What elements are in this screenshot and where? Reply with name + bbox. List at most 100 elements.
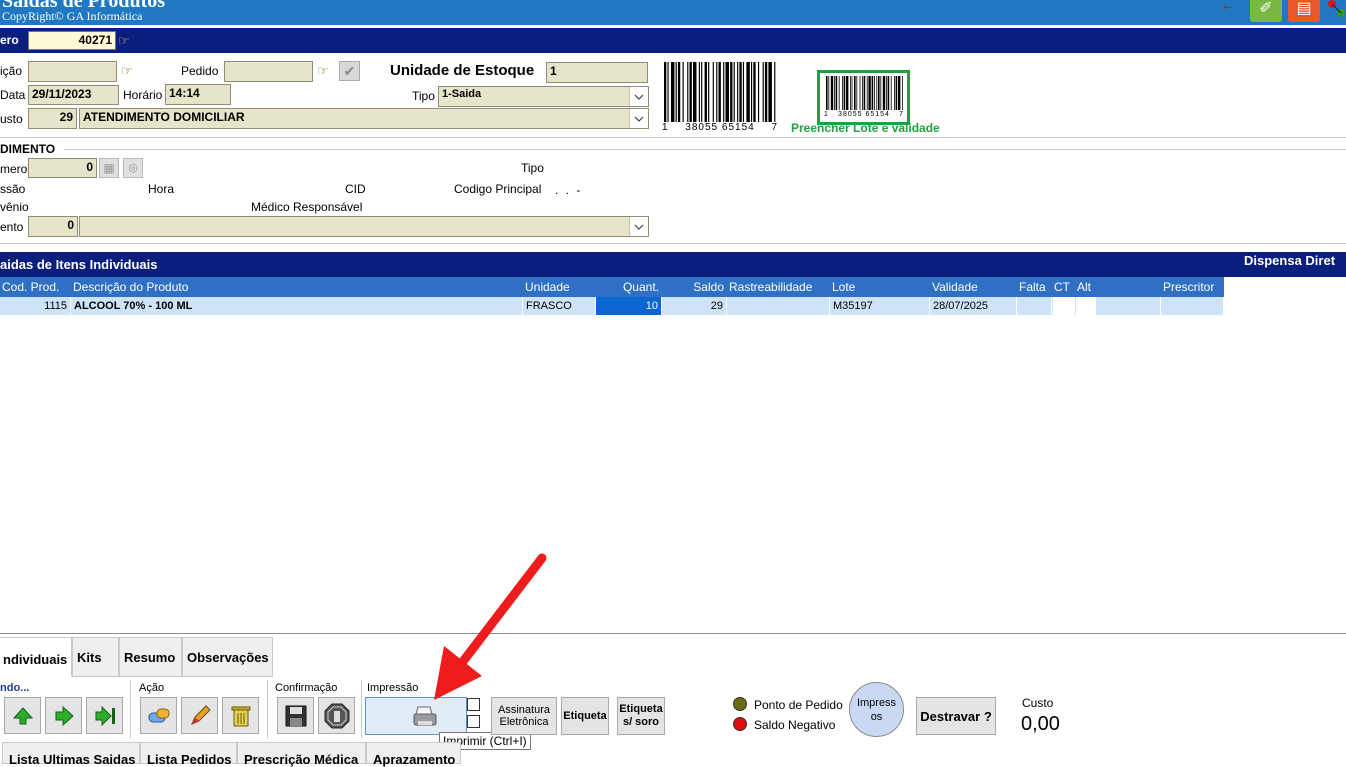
chevron-down-icon[interactable]: [629, 109, 648, 128]
binoculars-icon[interactable]: ◎: [123, 158, 143, 178]
custo-code-field[interactable]: 29: [28, 108, 77, 129]
barcode-prefix: 1: [662, 122, 669, 133]
atend-numero-field[interactable]: 0: [28, 158, 97, 178]
paciente-select[interactable]: [79, 216, 649, 237]
items-title: aidas de Itens Individuais: [0, 257, 158, 272]
tipo-value: 1-Saida: [442, 88, 482, 100]
tab-lista-ultimas-saidas[interactable]: Lista Ultimas Saidas: [2, 742, 140, 767]
tipo-select[interactable]: 1-Saida: [438, 86, 649, 107]
saldo-negativo-indicator: [733, 717, 747, 731]
chevron-down-icon[interactable]: [629, 87, 648, 106]
copyright-text: CopyRight© GA Informática: [2, 9, 143, 23]
atend-numero-label: mero: [0, 162, 28, 176]
col-saldo[interactable]: Saldo: [662, 277, 727, 297]
cell-prescritor[interactable]: [1161, 297, 1224, 315]
medico-label: Médico Responsável: [251, 200, 363, 214]
tab-lista-pedidos[interactable]: Lista Pedidos: [140, 742, 237, 767]
data-field[interactable]: 29/11/2023: [28, 85, 119, 105]
barcode-small-number: 38055 65154: [838, 111, 890, 118]
col-unidade[interactable]: Unidade: [523, 277, 596, 297]
pedido-label: Pedido: [181, 64, 219, 78]
divider: [130, 680, 131, 738]
requisicao-search-icon[interactable]: ☞: [121, 63, 133, 79]
cell-saldo[interactable]: 29: [662, 297, 727, 315]
divider: [64, 149, 1346, 150]
tab-prescricao-medica[interactable]: Prescrição Médica: [237, 742, 366, 767]
ponto-pedido-label: Ponto de Pedido: [754, 698, 843, 712]
navegando-label: ndo...: [0, 682, 30, 694]
horario-field[interactable]: 14:14: [165, 84, 231, 105]
requisicao-field[interactable]: [28, 61, 117, 82]
custo-total-label: Custo: [1022, 696, 1054, 710]
numero-field[interactable]: 40271: [28, 31, 116, 50]
col-descricao[interactable]: Descrição do Produto: [71, 277, 523, 297]
tab-aprazamento[interactable]: Aprazamento: [366, 742, 461, 767]
pedido-search-icon[interactable]: ☞: [317, 63, 329, 79]
atendimento-title: DIMENTO: [0, 142, 56, 156]
back-arrow-icon[interactable]: ←: [1220, 0, 1236, 14]
preencher-lote-label[interactable]: Preencher Lote e validade: [791, 121, 940, 135]
cell-falta[interactable]: [1017, 297, 1052, 315]
etiqueta-button[interactable]: Etiqueta: [561, 697, 609, 735]
col-validade[interactable]: Validade: [930, 277, 1017, 297]
pedido-field[interactable]: [224, 61, 313, 82]
col-prescritor[interactable]: Prescritor: [1161, 277, 1224, 297]
ponto-pedido-indicator: [733, 697, 747, 711]
title-bar: [0, 0, 1346, 25]
cancel-button[interactable]: [318, 697, 355, 734]
col-rastreabilidade[interactable]: Rastreabilidade: [727, 277, 830, 297]
cell-unidade[interactable]: FRASCO: [523, 297, 596, 315]
table-row[interactable]: 1115 ALCOOL 70% - 100 ML FRASCO 10 29 M3…: [0, 297, 1224, 315]
calculator-icon[interactable]: ▦: [99, 158, 119, 178]
cart-icon[interactable]: ▤: [1288, 0, 1320, 22]
destravar-button[interactable]: Destravar ?: [916, 697, 996, 735]
cell-rastreabilidade[interactable]: [727, 297, 830, 315]
cell-descricao[interactable]: ALCOOL 70% - 100 ML: [71, 297, 523, 315]
divider: [0, 633, 1346, 634]
clipboard-icon[interactable]: ✐: [1250, 0, 1282, 22]
numero-label: ero: [0, 33, 19, 47]
col-lote[interactable]: Lote: [830, 277, 930, 297]
dispensa-direta-label: Dispensa Diret: [1244, 253, 1336, 268]
save-button[interactable]: [277, 697, 314, 734]
col-blank[interactable]: [1096, 277, 1161, 297]
edit-item-button[interactable]: [181, 697, 218, 734]
col-alt[interactable]: Alt: [1075, 277, 1096, 297]
col-ct[interactable]: CT: [1052, 277, 1075, 297]
divider: [267, 680, 268, 738]
cell-cod[interactable]: 1115: [0, 297, 71, 315]
nav-prev-button[interactable]: [45, 697, 82, 734]
tab-resumo[interactable]: Resumo: [119, 637, 182, 677]
cell-alt[interactable]: [1075, 297, 1096, 315]
cell-ct[interactable]: [1052, 297, 1075, 315]
tipo-label: Tipo: [412, 89, 435, 103]
nav-next-button[interactable]: [86, 697, 123, 734]
add-item-button[interactable]: [140, 697, 177, 734]
cell-quant[interactable]: 10: [596, 297, 662, 315]
convenio-label: vênio: [0, 200, 29, 214]
tab-kits[interactable]: Kits: [72, 637, 119, 677]
col-falta[interactable]: Falta: [1017, 277, 1052, 297]
chevron-down-icon[interactable]: [629, 217, 648, 236]
custo-select[interactable]: ATENDIMENTO DOMICILIAR: [79, 108, 649, 129]
admissao-label: ssão: [0, 182, 26, 196]
nav-first-button[interactable]: [4, 697, 41, 734]
numero-search-icon[interactable]: ☞: [118, 33, 130, 49]
print-option-checkbox-2[interactable]: [467, 715, 480, 728]
network-icon[interactable]: [1326, 0, 1346, 20]
etiqueta-soro-button[interactable]: Etiqueta s/ soro: [617, 697, 665, 735]
tab-individuais[interactable]: ndividuais: [0, 637, 72, 677]
tab-observacoes[interactable]: Observações: [182, 637, 273, 677]
cell-blank[interactable]: [1096, 297, 1161, 315]
col-cod[interactable]: Cod. Prod.: [0, 277, 71, 297]
pedido-check-icon[interactable]: ✔: [339, 61, 360, 81]
cell-validade[interactable]: 28/07/2025: [930, 297, 1017, 315]
paciente-code-field[interactable]: 0: [28, 216, 78, 237]
barcode-lote-button[interactable]: 1 38055 65154 7: [817, 70, 910, 125]
unidade-estoque-field[interactable]: 1: [546, 62, 648, 83]
delete-item-button[interactable]: [222, 697, 259, 734]
cell-lote[interactable]: M35197: [830, 297, 930, 315]
impressos-button[interactable]: Impressos: [849, 682, 904, 737]
col-quant[interactable]: Quant.: [596, 277, 662, 297]
acao-label: Ação: [139, 682, 165, 694]
